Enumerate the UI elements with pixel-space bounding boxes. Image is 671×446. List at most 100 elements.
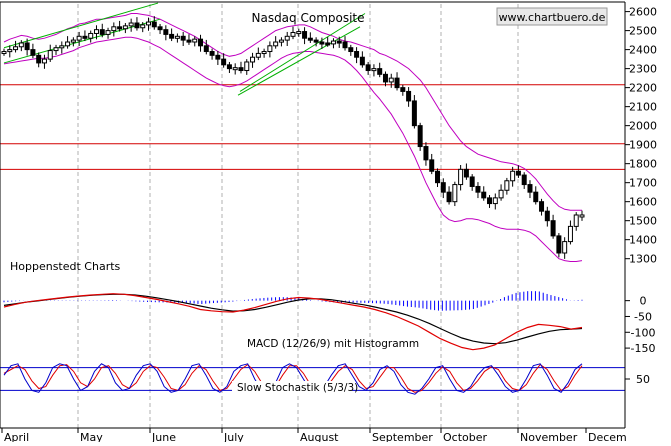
candle-body-50 xyxy=(290,32,296,37)
candle-body-11 xyxy=(65,41,71,47)
candle-body-75 xyxy=(435,170,440,184)
candle-body-51 xyxy=(296,31,302,35)
candle-body-30 xyxy=(174,35,180,39)
candle-body-61 xyxy=(354,51,360,58)
candle-body-56 xyxy=(325,42,331,46)
candle-body-47 xyxy=(273,41,279,47)
candle-body-52 xyxy=(302,31,308,39)
x-ticks: April May June July August September October No… xyxy=(1,428,627,444)
candle-body-23 xyxy=(134,22,140,29)
candle-body-73 xyxy=(423,146,429,161)
candle-body-89 xyxy=(515,170,521,176)
candle-body-70 xyxy=(406,90,412,102)
candle-body-68 xyxy=(394,77,400,89)
candle-body-12 xyxy=(70,39,76,43)
candle-body-38 xyxy=(221,58,227,66)
candle-body-20 xyxy=(117,26,123,30)
candle-body-17 xyxy=(99,29,105,35)
candle-body-1 xyxy=(7,49,13,53)
candle-body-79 xyxy=(458,168,464,186)
candle-body-7 xyxy=(41,58,47,64)
candle-body-13 xyxy=(76,35,82,41)
macd-tick-label--100: -100 xyxy=(631,326,656,339)
price-tick-label-1600: 1600 xyxy=(629,196,657,209)
price-tick-label-1300: 1300 xyxy=(629,253,657,266)
candle-body-4 xyxy=(24,42,30,51)
candle-body-65 xyxy=(377,68,383,75)
candle-body-84 xyxy=(487,197,493,205)
price-tick-label-1400: 1400 xyxy=(629,234,657,247)
candle-body-28 xyxy=(163,29,169,35)
month-label-3: July xyxy=(223,431,244,442)
candle-body-95 xyxy=(550,220,556,237)
candle-body-59 xyxy=(342,41,348,49)
candle-body-53 xyxy=(307,37,313,41)
macd-tick-label--150: -150 xyxy=(631,342,656,355)
candle-body-16 xyxy=(93,29,99,34)
candle-body-85 xyxy=(492,197,498,205)
candle-body-5 xyxy=(30,49,36,56)
candle-body-55 xyxy=(319,41,325,45)
macd-title: MACD (12/26/9) mit Histogramm xyxy=(247,338,419,350)
price-tick-label-1900: 1900 xyxy=(629,139,657,152)
candle-body-0 xyxy=(1,51,7,55)
candle-body-49 xyxy=(284,35,290,41)
chart-title: Nasdaq Composite xyxy=(251,11,364,25)
candle-body-26 xyxy=(151,21,157,28)
watermark: www.chartbuero.de xyxy=(499,11,606,24)
candle-body-78 xyxy=(452,184,458,203)
candle-body-100 xyxy=(579,214,585,218)
candle-body-58 xyxy=(336,40,342,44)
candle-body-33 xyxy=(192,38,198,43)
month-label-7: November xyxy=(520,431,578,442)
candle-body-67 xyxy=(388,77,394,83)
candle-body-77 xyxy=(446,191,452,203)
candle-body-2 xyxy=(13,46,19,51)
candle-body-98 xyxy=(567,225,573,243)
candle-body-18 xyxy=(105,30,111,35)
price-tick-label-2500: 2500 xyxy=(629,25,657,38)
candle-body-90 xyxy=(521,174,527,186)
candle-body-31 xyxy=(180,35,186,41)
candle-body-45 xyxy=(261,51,267,55)
candle-body-8 xyxy=(47,50,53,60)
candle-body-35 xyxy=(203,45,209,53)
candle-body-64 xyxy=(371,68,377,72)
candle-body-82 xyxy=(475,185,481,193)
candle-body-74 xyxy=(429,159,435,172)
candle-body-62 xyxy=(359,56,365,66)
month-label-6: October xyxy=(443,431,487,442)
candle-body-83 xyxy=(481,191,487,199)
candle-body-57 xyxy=(330,40,336,45)
caption: Hoppenstedt Charts xyxy=(10,260,121,273)
candle-body-42 xyxy=(244,61,250,72)
candle-body-24 xyxy=(140,24,146,29)
candle-body-3 xyxy=(18,42,24,48)
candle-body-46 xyxy=(267,45,273,53)
candle-body-86 xyxy=(498,189,504,199)
candle-body-39 xyxy=(226,64,232,70)
candle-body-41 xyxy=(238,67,244,72)
candle-body-69 xyxy=(400,87,406,92)
price-tick-label-2100: 2100 xyxy=(629,101,657,114)
stoch-tick-label-50: 50 xyxy=(636,373,650,386)
candle-body-66 xyxy=(382,73,388,83)
month-label-2: June xyxy=(151,431,176,442)
candle-body-27 xyxy=(157,26,163,31)
candle-body-48 xyxy=(278,39,284,43)
candle-body-71 xyxy=(411,100,417,127)
candle-body-40 xyxy=(232,67,238,71)
candle-body-94 xyxy=(544,210,550,222)
candle-body-14 xyxy=(82,35,88,39)
candle-body-80 xyxy=(463,168,469,178)
candle-body-60 xyxy=(348,47,354,53)
candle-body-81 xyxy=(469,176,475,187)
candle-body-10 xyxy=(59,45,65,49)
month-label-5: September xyxy=(372,431,433,442)
stoch-title: Slow Stochastik (5/3/3) xyxy=(237,382,358,394)
candle-body-15 xyxy=(88,32,94,39)
y-ticks: 1300 1400 1500 1600 1700 1800 1900 2000 2100 2200… xyxy=(625,6,657,386)
month-label-0: April xyxy=(4,431,29,442)
month-label-1: May xyxy=(80,431,103,442)
candle-body-21 xyxy=(122,25,128,30)
